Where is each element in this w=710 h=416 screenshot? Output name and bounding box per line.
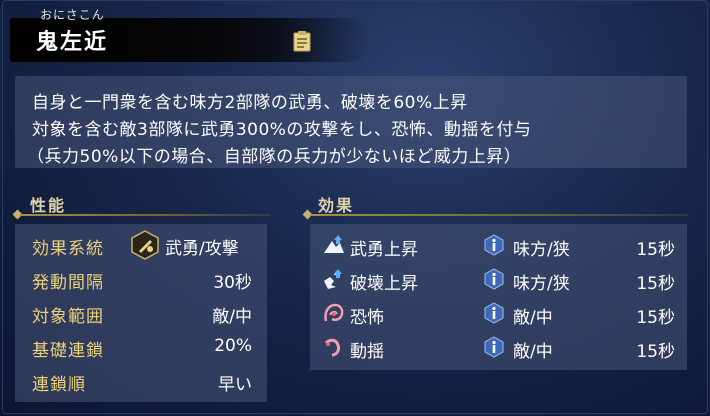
effect-row: 武勇上昇 味方/狭 15秒	[310, 230, 687, 266]
section-title-performance: 性能	[30, 196, 67, 215]
perf-label: 基礎連鎖	[32, 341, 104, 361]
perf-label: 効果系統	[32, 239, 104, 259]
destruction-up-icon	[324, 269, 342, 289]
valor-attack-icon	[131, 230, 159, 260]
valor-up-icon	[324, 235, 344, 253]
fear-icon	[324, 303, 344, 322]
info-icon[interactable]	[483, 268, 505, 290]
effect-target: 味方/狭	[513, 240, 570, 260]
perf-label: 発動間隔	[32, 273, 104, 293]
perf-row: 基礎連鎖 20%	[15, 332, 267, 364]
effect-duration: 15秒	[636, 308, 675, 328]
perf-label: 対象範囲	[32, 307, 104, 327]
skill-description: 自身と一門衆を含む味方2部隊の武勇、破壊を60%上昇 対象を含む敵3部隊に武勇3…	[15, 76, 687, 168]
info-icon[interactable]	[483, 336, 505, 358]
description-line: （兵力50%以下の場合、自部隊の兵力が少ないほど威力上昇）	[27, 147, 522, 167]
perf-value: 武勇/攻撃	[165, 239, 239, 259]
effect-name: 恐怖	[350, 308, 384, 328]
effect-row: 破壊上昇 味方/狭 15秒	[310, 264, 687, 300]
effect-row: 恐怖 敵/中 15秒	[310, 298, 687, 334]
perf-row: 効果系統 武勇/攻撃	[15, 230, 267, 262]
section-divider	[20, 214, 270, 216]
effects-panel: 武勇上昇 味方/狭 15秒 破壊上昇 味方/狭 15秒 恐怖 敵/中 15秒 動…	[310, 224, 687, 370]
perf-label: 連鎖順	[32, 375, 86, 395]
effect-target: 敵/中	[513, 308, 553, 328]
perf-value: 敵/中	[212, 307, 252, 327]
effect-duration: 15秒	[636, 240, 675, 260]
info-icon[interactable]	[483, 234, 505, 256]
perf-row: 連鎖順 早い	[15, 366, 267, 398]
perf-value: 30秒	[213, 273, 252, 293]
description-line: 自身と一門衆を含む味方2部隊の武勇、破壊を60%上昇	[32, 93, 468, 113]
perf-row: 発動間隔 30秒	[15, 264, 267, 296]
document-icon[interactable]	[292, 30, 312, 52]
perf-row: 対象範囲 敵/中	[15, 298, 267, 330]
effect-name: 破壊上昇	[350, 274, 418, 294]
performance-panel: 効果系統 武勇/攻撃 発動間隔 30秒 対象範囲 敵/中 基礎連鎖 20% 連鎖…	[15, 224, 267, 402]
section-title-effects: 効果	[318, 196, 355, 215]
perf-value: 20%	[214, 336, 252, 356]
description-line: 対象を含む敵3部隊に武勇300%の攻撃をし、恐怖、動揺を付与	[32, 120, 532, 140]
info-icon[interactable]	[483, 302, 505, 324]
effect-target: 味方/狭	[513, 274, 570, 294]
skill-name: 鬼左近	[36, 30, 109, 55]
effect-row: 動揺 敵/中 15秒	[310, 332, 687, 368]
effect-duration: 15秒	[636, 274, 675, 294]
effect-duration: 15秒	[636, 342, 675, 362]
effect-name: 動揺	[350, 342, 384, 362]
agitation-icon	[324, 338, 340, 357]
effect-name: 武勇上昇	[350, 240, 418, 260]
perf-value: 早い	[218, 375, 252, 395]
effect-target: 敵/中	[513, 342, 553, 362]
section-divider	[310, 214, 688, 216]
skill-furigana: おにさこん	[40, 8, 105, 22]
